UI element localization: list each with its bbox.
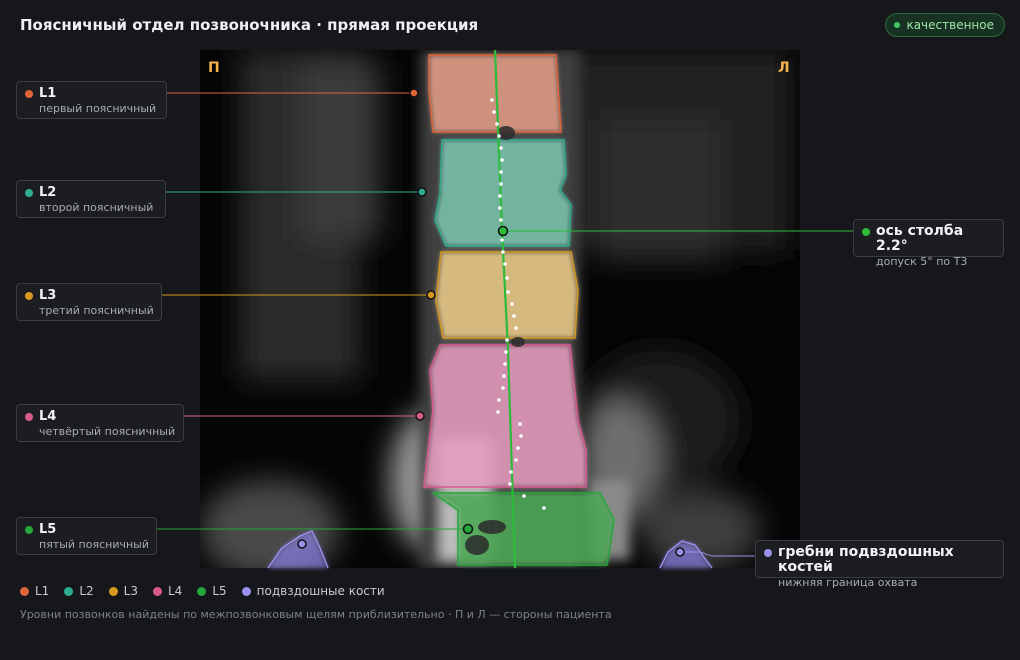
- legend-dot-icon: [152, 586, 162, 596]
- side-marker-left: П: [208, 60, 220, 76]
- iliac-label: гребни подвздошных костей: [778, 544, 954, 575]
- legend-item-iliac[interactable]: подвздошные кости: [241, 584, 385, 598]
- legend-dot-icon: [197, 586, 207, 596]
- iliac-description: нижняя граница охвата: [778, 576, 918, 589]
- l1-color-dot-icon: [25, 90, 33, 98]
- vertebra-card-l3[interactable]: L3 третий поясничный: [16, 283, 162, 321]
- legend-item-l3[interactable]: L3: [108, 584, 138, 598]
- vertebra-card-l5[interactable]: L5 пятый поясничный: [16, 517, 157, 555]
- legend-dot-icon: [64, 586, 74, 596]
- vertebra-description: первый поясничный: [39, 102, 157, 115]
- vertebra-description: третий поясничный: [39, 304, 154, 317]
- anchor-l1: [409, 88, 419, 98]
- vertebra-card-l1[interactable]: L1 первый поясничный: [16, 81, 167, 119]
- legend-dot-icon: [241, 586, 251, 596]
- legend-item-l5[interactable]: L5: [197, 584, 227, 598]
- vertebra-name: L3: [39, 288, 57, 303]
- axis-angle-card[interactable]: ось столба 2.2° допуск 5° по Т3: [853, 219, 1004, 268]
- anchor-l3: [426, 290, 436, 300]
- legend-dot-icon: [108, 586, 118, 596]
- vertebra-description: четвёртый поясничный: [39, 425, 176, 438]
- l5-color-dot-icon: [25, 526, 33, 534]
- legend-label: L5: [212, 584, 227, 598]
- vertebra-mask-l4: [424, 345, 586, 487]
- legend: L1 L2 L3 L4 L5 подвздошные кости: [20, 584, 385, 598]
- vertebra-card-l4[interactable]: L4 четвёртый поясничный: [16, 404, 184, 442]
- vertebra-description: пятый поясничный: [39, 538, 149, 551]
- vertebra-name: L1: [39, 86, 57, 101]
- vertebra-card-l2[interactable]: L2 второй поясничный: [16, 180, 166, 218]
- legend-item-l4[interactable]: L4: [152, 584, 183, 598]
- l2-color-dot-icon: [25, 189, 33, 197]
- l4-color-dot-icon: [25, 413, 33, 421]
- axis-angle-label: ось столба 2.2°: [876, 223, 964, 254]
- legend-item-l2[interactable]: L2: [64, 584, 94, 598]
- anchor-iliac-right: [675, 547, 685, 557]
- vertebra-name: L2: [39, 185, 57, 200]
- legend-label: подвздошные кости: [256, 584, 385, 598]
- iliac-crest-card[interactable]: гребни подвздошных костей нижняя граница…: [755, 540, 1004, 589]
- legend-label: L3: [123, 584, 138, 598]
- legend-label: L4: [167, 584, 183, 598]
- anchor-l5: [462, 523, 474, 535]
- anchor-l4: [415, 411, 425, 421]
- legend-item-l1[interactable]: L1: [20, 584, 49, 598]
- anchor-iliac-left: [297, 539, 307, 549]
- anchor-axis: [497, 225, 509, 237]
- legend-label: L1: [35, 584, 50, 598]
- vertebra-name: L5: [39, 522, 57, 537]
- axis-color-dot-icon: [862, 228, 870, 236]
- vertebra-description: второй поясничный: [39, 201, 154, 214]
- vertebra-name: L4: [39, 409, 57, 424]
- footnote: Уровни позвонков найдены по межпозвонков…: [20, 608, 612, 621]
- axis-tolerance: допуск 5° по Т3: [876, 255, 968, 268]
- iliac-color-dot-icon: [764, 549, 772, 557]
- legend-label: L2: [79, 584, 94, 598]
- anchor-l2: [417, 187, 427, 197]
- legend-dot-icon: [20, 586, 29, 596]
- l3-color-dot-icon: [25, 292, 33, 300]
- side-marker-right: Л: [778, 60, 790, 76]
